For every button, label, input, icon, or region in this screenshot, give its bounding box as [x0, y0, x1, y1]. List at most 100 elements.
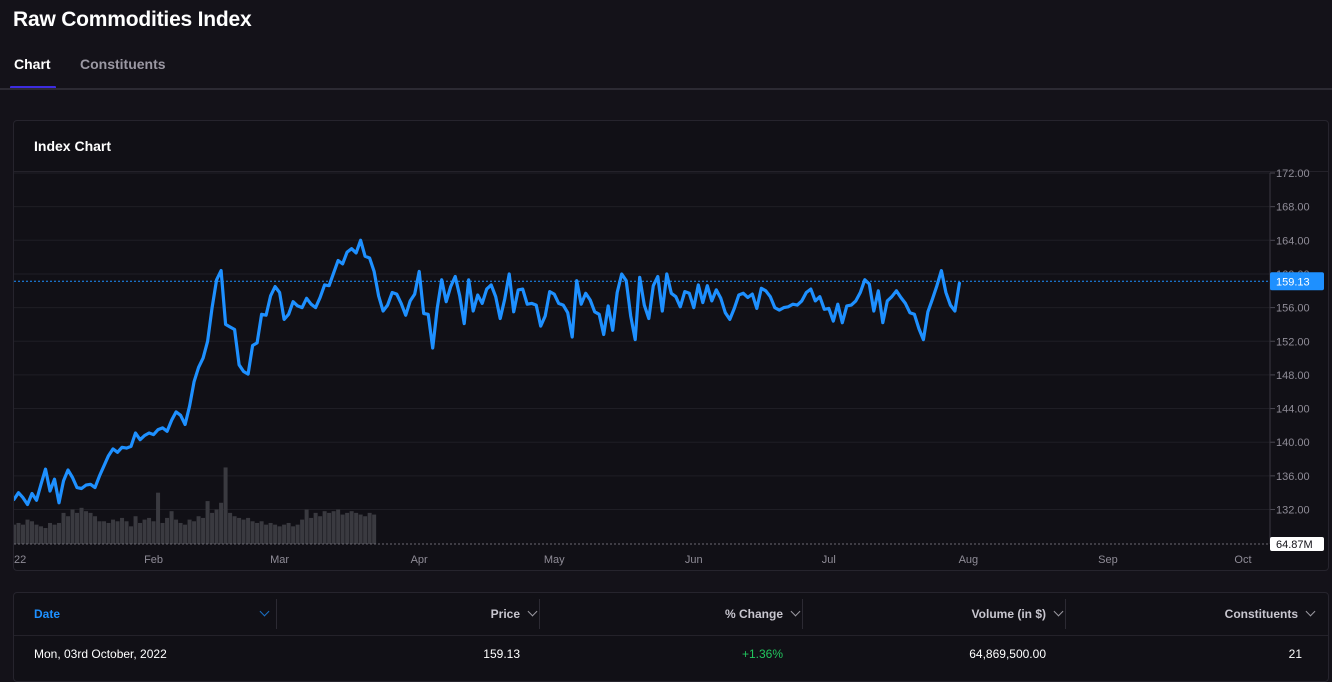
y-tick-label: 132.00 — [1276, 505, 1310, 517]
index-chart[interactable]: 172.00168.00164.00160.00156.00152.00148.… — [14, 121, 1328, 570]
volume-bar — [345, 512, 350, 544]
y-tick-label: 148.00 — [1276, 370, 1310, 382]
page-title: Raw Commodities Index — [13, 8, 252, 31]
volume-bar — [14, 524, 16, 544]
x-tick-label: Feb — [144, 554, 163, 566]
header-date-label: Date — [34, 607, 61, 621]
volume-bar — [246, 517, 251, 544]
volume-bar — [120, 517, 125, 544]
header-pct-change[interactable]: % Change — [724, 593, 801, 635]
header-constituents[interactable]: Constituents — [1224, 593, 1316, 635]
volume-bar — [327, 512, 332, 544]
volume-bar — [264, 524, 269, 544]
header-constituents-label: Constituents — [1224, 607, 1298, 621]
volume-bar — [165, 517, 170, 544]
chevron-down-icon — [1053, 606, 1064, 617]
header-pct-change-label: % Change — [724, 607, 783, 621]
volume-bar — [106, 522, 111, 544]
y-tick-label: 168.00 — [1276, 202, 1310, 214]
volume-bar — [214, 509, 219, 544]
volume-bar — [160, 522, 165, 544]
volume-bar — [277, 526, 282, 544]
x-tick-label: 22 — [14, 554, 26, 566]
y-tick-label: 156.00 — [1276, 303, 1310, 315]
y-tick-label: 136.00 — [1276, 471, 1310, 483]
volume-bar — [21, 524, 26, 544]
volume-bar — [57, 522, 62, 544]
column-separator — [539, 599, 540, 629]
volume-bar — [336, 509, 341, 544]
y-tick-label: 164.00 — [1276, 235, 1310, 247]
volume-bar — [93, 516, 98, 544]
volume-bar — [102, 521, 107, 544]
chevron-down-icon — [1305, 606, 1316, 617]
y-tick-label: 152.00 — [1276, 336, 1310, 348]
volume-bar — [52, 524, 57, 544]
volume-bar — [156, 492, 161, 544]
header-row-divider — [14, 635, 1328, 636]
volume-bar — [223, 467, 228, 544]
x-tick-label: Aug — [959, 554, 979, 566]
volume-bar — [349, 511, 354, 544]
volume-bar — [79, 507, 84, 544]
volume-bar — [309, 517, 314, 544]
tab-constituents[interactable]: Constituents — [80, 56, 166, 76]
volume-bar — [291, 526, 296, 544]
y-tick-label: 144.00 — [1276, 404, 1310, 416]
volume-bar — [255, 522, 260, 544]
volume-bar — [111, 519, 116, 544]
chevron-down-icon — [790, 606, 801, 617]
volume-bar — [124, 521, 129, 544]
sort-chevron-icon[interactable] — [259, 606, 270, 617]
volume-bar — [237, 517, 242, 544]
volume-bar — [282, 524, 287, 544]
tab-chart[interactable]: Chart — [14, 56, 51, 76]
volume-bar — [358, 514, 363, 544]
volume-bar — [30, 521, 35, 544]
header-price-label: Price — [490, 607, 520, 621]
volume-bar — [228, 512, 233, 544]
volume-bar — [66, 516, 71, 544]
volume-bar — [48, 522, 53, 544]
volume-bar — [147, 517, 152, 544]
volume-bar — [340, 514, 345, 544]
index-history-table: Date Price % Change Volume (in $) Consti… — [13, 592, 1329, 682]
volume-bar — [75, 512, 80, 544]
cell-price: 159.13 — [483, 647, 520, 661]
volume-bar — [25, 519, 30, 544]
volume-bar — [61, 512, 66, 544]
tab-bar: Chart Constituents — [0, 50, 1332, 90]
volume-bar — [205, 501, 210, 544]
y-tick-label: 172.00 — [1276, 168, 1310, 180]
volume-bar — [84, 511, 89, 544]
volume-bar — [273, 524, 278, 544]
x-tick-label: Oct — [1234, 554, 1251, 566]
index-chart-card: Index Chart 172.00168.00164.00160.00156.… — [13, 120, 1329, 571]
volume-bar — [196, 516, 201, 544]
volume-bar — [259, 521, 264, 544]
volume-bar — [372, 514, 377, 544]
chevron-down-icon — [527, 606, 538, 617]
volume-bar — [97, 521, 102, 544]
x-tick-label: May — [544, 554, 565, 566]
volume-bar — [16, 522, 21, 544]
volume-bar — [192, 521, 197, 544]
volume-bar — [363, 516, 368, 544]
volume-bar — [138, 522, 143, 544]
header-volume[interactable]: Volume (in $) — [972, 593, 1064, 635]
cell-date: Mon, 03rd October, 2022 — [34, 647, 167, 661]
header-price[interactable]: Price — [490, 593, 538, 635]
cell-volume: 64,869,500.00 — [969, 647, 1046, 661]
price-line — [14, 238, 962, 507]
volume-bar — [300, 519, 305, 544]
volume-bar — [151, 521, 156, 544]
volume-bar — [219, 502, 224, 544]
x-tick-label: Jul — [822, 554, 836, 566]
volume-bar — [34, 524, 39, 544]
column-separator — [276, 599, 277, 629]
volume-bar — [313, 512, 318, 544]
header-date[interactable]: Date — [34, 593, 60, 635]
volume-bar — [70, 509, 75, 544]
cell-pct-change: +1.36% — [741, 647, 783, 661]
volume-bar — [142, 519, 147, 544]
